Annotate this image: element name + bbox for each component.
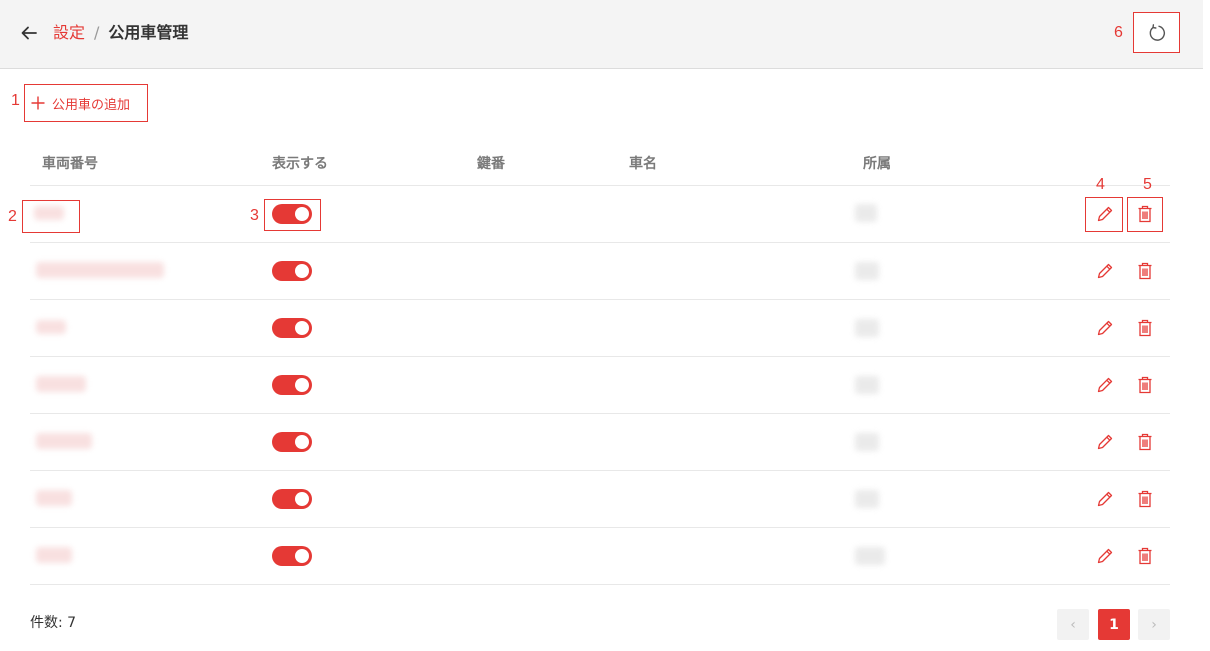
redacted-vehicle-number xyxy=(36,547,72,563)
edit-pencil-icon[interactable] xyxy=(1095,318,1115,338)
delete-trash-icon[interactable] xyxy=(1135,432,1155,452)
add-vehicle-button[interactable]: 公用車の追加 xyxy=(24,84,148,122)
edit-pencil-icon[interactable] xyxy=(1095,546,1115,566)
delete-trash-icon[interactable] xyxy=(1135,261,1155,281)
table-divider xyxy=(30,527,1170,528)
edit-pencil-icon[interactable] xyxy=(1095,432,1115,452)
column-header-display: 表示する xyxy=(272,156,328,172)
table-divider xyxy=(30,185,1170,186)
edit-pencil-icon[interactable] xyxy=(1095,375,1115,395)
annotation-label-5: 5 xyxy=(1143,176,1152,193)
display-toggle[interactable] xyxy=(272,318,312,338)
page-header: 設定 / 公用車管理 6 xyxy=(0,0,1203,69)
redacted-vehicle-number xyxy=(36,490,72,506)
column-header-key-number: 鍵番 xyxy=(477,156,505,172)
redacted-vehicle-number xyxy=(36,433,92,449)
pagination-page-1[interactable]: 1 xyxy=(1098,609,1130,640)
table-divider xyxy=(30,413,1170,414)
edit-pencil-icon[interactable] xyxy=(1095,204,1115,224)
column-header-vehicle-number: 車両番号 xyxy=(42,156,98,172)
delete-trash-icon[interactable] xyxy=(1135,375,1155,395)
redacted-affiliation xyxy=(855,490,879,508)
pagination-next-button[interactable]: › xyxy=(1138,609,1170,640)
toggle-knob xyxy=(295,264,309,278)
table-divider xyxy=(30,299,1170,300)
refresh-button[interactable] xyxy=(1133,12,1180,53)
column-header-affiliation: 所属 xyxy=(863,156,891,172)
table-divider xyxy=(30,242,1170,243)
toggle-knob xyxy=(295,378,309,392)
breadcrumb-settings-link[interactable]: 設定 xyxy=(53,23,85,42)
redacted-affiliation xyxy=(855,262,879,280)
refresh-icon xyxy=(1149,23,1165,41)
redacted-vehicle-number xyxy=(36,262,164,278)
table-divider xyxy=(30,584,1170,585)
plus-icon xyxy=(31,96,45,110)
toggle-knob xyxy=(295,207,309,221)
delete-trash-icon[interactable] xyxy=(1135,318,1155,338)
delete-trash-icon[interactable] xyxy=(1135,489,1155,509)
redacted-affiliation xyxy=(855,376,879,394)
annotation-label-6: 6 xyxy=(1114,24,1123,41)
display-toggle[interactable] xyxy=(272,546,312,566)
delete-trash-icon[interactable] xyxy=(1135,546,1155,566)
edit-pencil-icon[interactable] xyxy=(1095,489,1115,509)
redacted-vehicle-number xyxy=(36,320,66,334)
display-toggle[interactable] xyxy=(272,489,312,509)
add-vehicle-label: 公用車の追加 xyxy=(52,97,131,113)
annotation-label-2: 2 xyxy=(8,208,17,225)
toggle-knob xyxy=(295,549,309,563)
delete-trash-icon[interactable] xyxy=(1135,204,1155,224)
edit-pencil-icon[interactable] xyxy=(1095,261,1115,281)
toggle-knob xyxy=(295,321,309,335)
column-header-vehicle-name: 車名 xyxy=(629,156,657,172)
annotation-label-1: 1 xyxy=(11,92,20,109)
annotation-label-4: 4 xyxy=(1096,176,1105,193)
display-toggle[interactable] xyxy=(272,261,312,281)
back-arrow-icon[interactable] xyxy=(19,23,39,43)
redacted-affiliation xyxy=(855,433,879,451)
record-count: 件数: 7 xyxy=(30,615,77,631)
breadcrumb: 設定 / 公用車管理 xyxy=(53,22,188,44)
display-toggle[interactable] xyxy=(272,375,312,395)
redacted-affiliation xyxy=(855,204,877,222)
toggle-knob xyxy=(295,492,309,506)
pagination-prev-button[interactable]: ‹ xyxy=(1057,609,1089,640)
annotation-label-3: 3 xyxy=(250,207,259,224)
redacted-vehicle-number xyxy=(36,376,86,392)
page-title: 公用車管理 xyxy=(108,23,189,42)
breadcrumb-separator: / xyxy=(94,23,100,42)
table-divider xyxy=(30,470,1170,471)
display-toggle[interactable] xyxy=(272,432,312,452)
redacted-vehicle-number xyxy=(34,206,64,220)
toggle-knob xyxy=(295,435,309,449)
redacted-affiliation xyxy=(855,319,879,337)
redacted-affiliation xyxy=(855,547,885,565)
table-divider xyxy=(30,356,1170,357)
display-toggle[interactable] xyxy=(272,204,312,224)
